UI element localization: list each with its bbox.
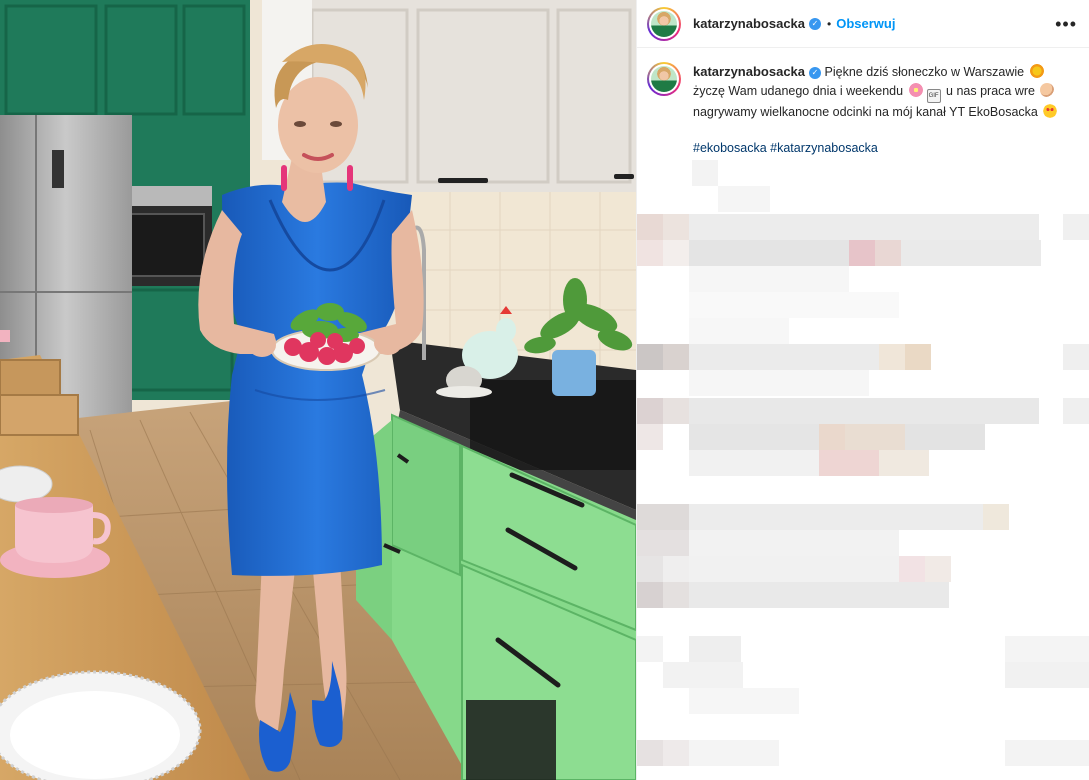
- caption-text-1: Piękne dziś słoneczko w Warszawie: [824, 65, 1025, 79]
- separator-dot: •: [827, 16, 832, 31]
- avatar-image: [651, 66, 677, 92]
- post-photo[interactable]: [0, 0, 636, 780]
- hashtag-link[interactable]: #ekobosacka: [693, 141, 767, 155]
- author-username[interactable]: katarzynabosacka: [693, 16, 805, 31]
- post-side-panel: katarzynabosacka ✓ • Obserwuj ••• katarz…: [636, 0, 1089, 780]
- caption-username[interactable]: katarzynabosacka: [693, 64, 805, 79]
- gif-emoji-icon: GIF: [926, 89, 941, 103]
- flower-emoji-icon: [908, 83, 923, 97]
- avatar[interactable]: [647, 6, 681, 41]
- verified-badge-icon: ✓: [809, 17, 822, 30]
- sun-emoji-icon: [1029, 64, 1044, 78]
- caption-text-4: nagrywamy wielkanocne odcinki na mój kan…: [693, 105, 1038, 119]
- caption-avatar[interactable]: [647, 62, 681, 96]
- avatar-image: [651, 10, 677, 37]
- hashtags: #ekobosacka #katarzynabosacka: [693, 139, 1071, 158]
- post-caption: katarzynabosacka ✓ Piękne dziś słoneczko …: [637, 48, 1089, 158]
- follow-button[interactable]: Obserwuj: [836, 16, 895, 31]
- kitchen-photo: [0, 0, 636, 780]
- pixelated-comments-mosaic: [637, 160, 1089, 766]
- caption-text: katarzynabosacka ✓ Piękne dziś słoneczko …: [693, 62, 1071, 158]
- caption-text-3: u nas praca wre: [946, 84, 1035, 98]
- flexed-arm-emoji-icon: [1040, 83, 1055, 97]
- heart-eyes-emoji-icon: [1043, 104, 1058, 118]
- post-header: katarzynabosacka ✓ • Obserwuj •••: [637, 0, 1089, 48]
- more-options-icon[interactable]: •••: [1055, 15, 1077, 33]
- hashtag-link[interactable]: #katarzynabosacka: [770, 141, 878, 155]
- verified-badge-icon: ✓: [809, 66, 822, 79]
- caption-text-2: życzę Wam udanego dnia i weekendu: [693, 84, 904, 98]
- pixelated-comments: [637, 160, 1089, 780]
